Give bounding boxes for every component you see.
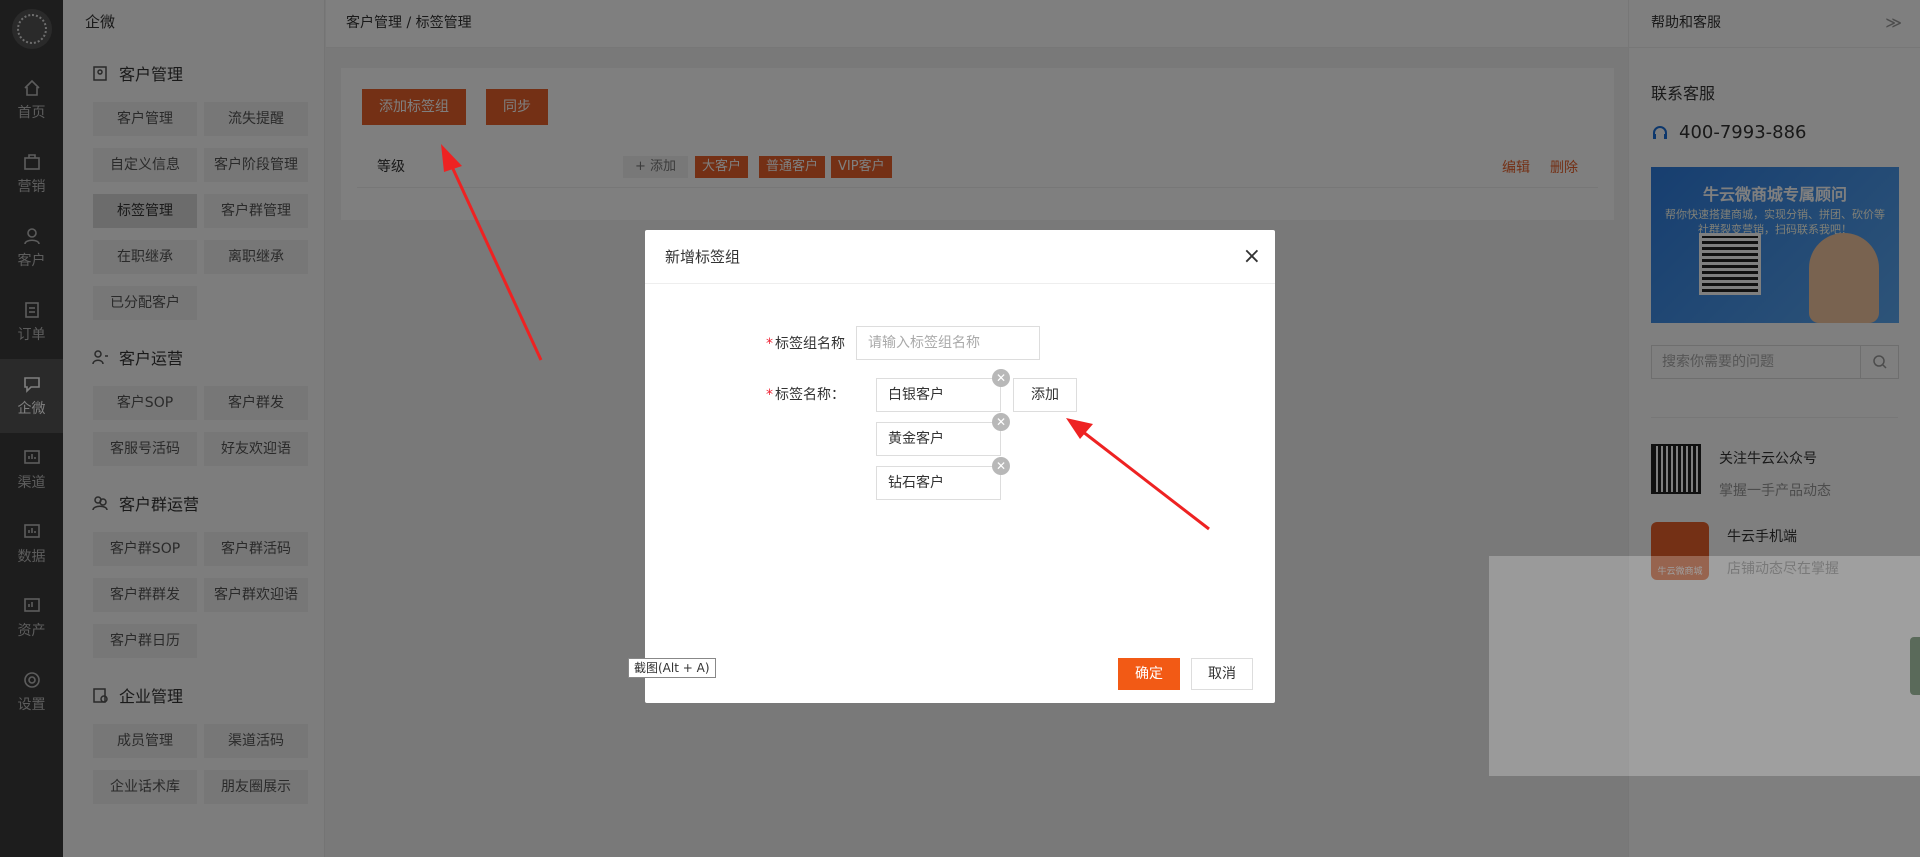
tag-input[interactable]: 黄金客户 ✕: [876, 413, 1010, 456]
tag-name-row: * 标签名称：: [645, 378, 845, 412]
screenshot-tooltip: 截图(Alt + A): [628, 658, 716, 678]
group-name-label: * 标签组名称: [766, 336, 845, 352]
tag-name-label: * 标签名称：: [766, 387, 845, 403]
group-name-row: * 标签组名称 请输入标签组名称: [645, 326, 1040, 360]
confirm-button[interactable]: 确定: [1118, 658, 1180, 690]
remove-tag-icon[interactable]: ✕: [992, 457, 1010, 475]
screenshot-selection-area: [1489, 556, 1920, 776]
dialog-header: 新增标签组 ×: [645, 230, 1275, 284]
add-tag-field-button[interactable]: 添加: [1013, 378, 1077, 412]
close-icon[interactable]: ×: [1243, 230, 1261, 284]
group-name-input[interactable]: 请输入标签组名称: [856, 326, 1040, 360]
remove-tag-icon[interactable]: ✕: [992, 413, 1010, 431]
cancel-button[interactable]: 取消: [1191, 658, 1253, 690]
new-tag-group-dialog: 新增标签组 × * 标签组名称 请输入标签组名称 * 标签名称： 白银客户 ✕ 黄金客…: [645, 230, 1275, 703]
dialog-title: 新增标签组: [665, 248, 741, 266]
tag-input[interactable]: 白银客户 ✕: [876, 369, 1010, 412]
tag-input[interactable]: 钻石客户 ✕: [876, 457, 1010, 500]
volume-indicator: [1910, 637, 1920, 695]
remove-tag-icon[interactable]: ✕: [992, 369, 1010, 387]
